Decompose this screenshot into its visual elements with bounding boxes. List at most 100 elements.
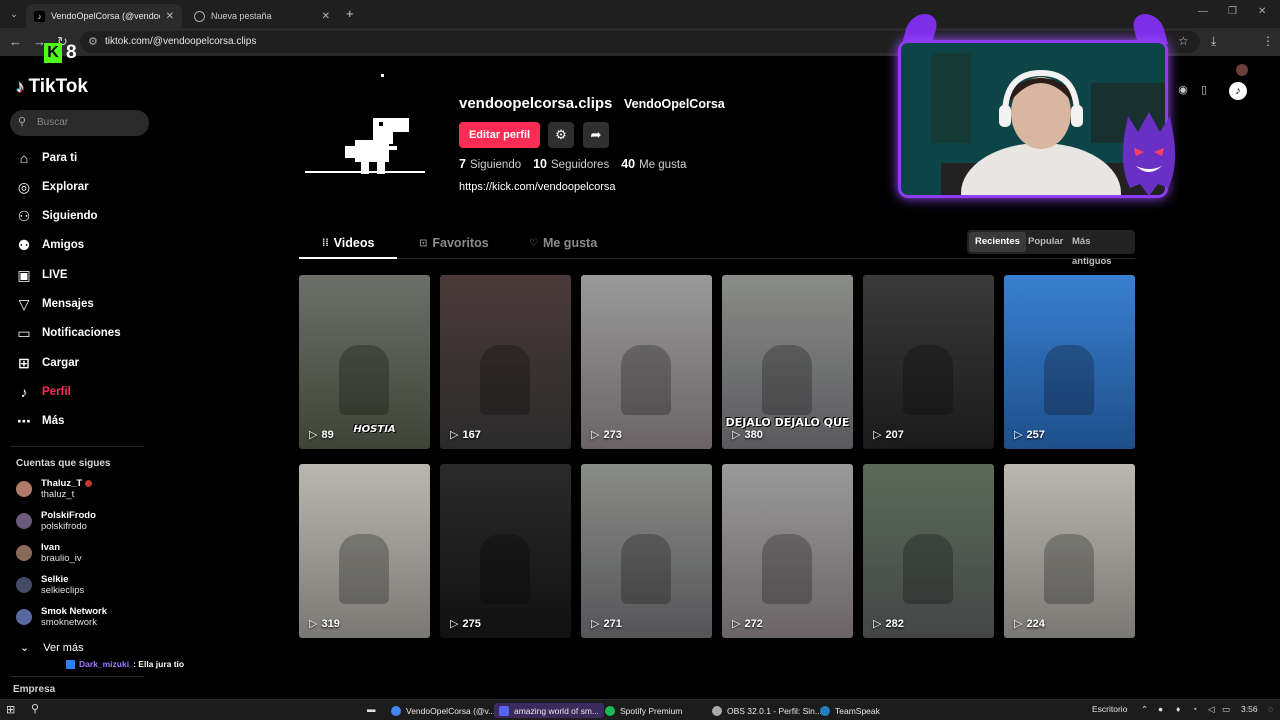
nav-mensajes[interactable]: ▽ Mensajes: [16, 293, 94, 315]
tray-app-icon[interactable]: ●: [1158, 704, 1163, 714]
tiktok-wordmark: TikTok: [28, 76, 88, 97]
sort-mas-antiguos[interactable]: Más antiguos: [1066, 232, 1135, 267]
share-icon[interactable]: ➦: [583, 122, 609, 148]
wifi-icon[interactable]: ◔: [1192, 704, 1197, 714]
close-tab-icon[interactable]: ✕: [166, 11, 174, 22]
discord-icon: [499, 705, 509, 716]
tab-me-gusta[interactable]: ♡ Me gusta: [529, 236, 597, 250]
tray-chevron-icon[interactable]: ⌃: [1141, 704, 1148, 715]
video-thumbnail[interactable]: ▷ 224: [1004, 464, 1135, 638]
taskbar-app-teamspeak[interactable]: TeamSpeak: [815, 703, 885, 718]
nav-para-ti[interactable]: ⌂ Para ti: [16, 147, 77, 169]
search-input[interactable]: ⚲ Buscar: [10, 110, 149, 136]
settings-gear-icon[interactable]: ⚙: [548, 122, 574, 148]
tiktok-profile-icon[interactable]: ♪: [1229, 82, 1247, 100]
account-item-smok-network[interactable]: Smok Network smoknetwork: [16, 604, 107, 630]
account-item-selkie[interactable]: Selkie selkieclips: [16, 572, 84, 598]
video-thumbnail[interactable]: ▷ 319: [299, 464, 430, 638]
nav-notificaciones[interactable]: ▭ Notificaciones: [16, 322, 120, 344]
dino-avatar-icon: [305, 74, 425, 174]
play-icon: ▷: [732, 429, 741, 441]
minimize-icon[interactable]: —: [1198, 6, 1208, 17]
device-icon[interactable]: ▯: [1196, 83, 1212, 99]
nav-perfil[interactable]: ♪ Perfil: [16, 381, 71, 403]
taskbar-app-chrome[interactable]: VendoOpelCorsa (@v...: [386, 703, 500, 718]
search-icon[interactable]: ⚲: [31, 702, 39, 715]
view-count: ▷ 380: [732, 428, 763, 442]
taskbar-app-obs[interactable]: OBS 32.0.1 - Perfil: Sin...: [707, 703, 827, 718]
see-more-button[interactable]: ⌄ Ver más: [20, 641, 84, 655]
taskbar-app-discord[interactable]: amazing world of sm...: [494, 703, 605, 718]
video-thumbnail[interactable]: ▷ 167: [440, 275, 571, 449]
cam-control-icon[interactable]: ◉: [1175, 83, 1191, 99]
thumbnail-image: [621, 534, 671, 604]
volume-icon[interactable]: ◁: [1208, 704, 1215, 715]
nav-cargar[interactable]: ⊞ Cargar: [16, 352, 79, 374]
video-thumbnail[interactable]: DEJALO DEJALO QUE ▷ 380: [722, 275, 853, 449]
tab-favoritos[interactable]: ⊡ Favoritos: [419, 236, 489, 250]
tiktok-logo[interactable]: ♪ TikTok: [16, 76, 88, 98]
video-thumbnail[interactable]: ▷ 271: [581, 464, 712, 638]
video-thumbnail[interactable]: ▷ 273: [581, 275, 712, 449]
sort-recientes[interactable]: Recientes: [969, 232, 1026, 252]
bookmark-icon: ⊡: [419, 237, 428, 249]
close-tab-icon[interactable]: ✕: [322, 11, 330, 22]
desktop-label[interactable]: Escritorio: [1092, 704, 1127, 714]
microphone-icon[interactable]: ♦: [1176, 704, 1180, 714]
tab-videos[interactable]: ⁞⁞ Videos: [322, 236, 374, 250]
video-thumbnail[interactable]: ▷ 272: [722, 464, 853, 638]
account-item-thaluz[interactable]: Thaluz_T thaluz_t: [16, 476, 93, 502]
file-explorer-icon[interactable]: ▬: [367, 704, 376, 714]
profile-avatar[interactable]: [299, 68, 436, 205]
spotify-icon: [605, 705, 615, 716]
active-tab-indicator: [299, 257, 397, 259]
battery-icon[interactable]: ▭: [1222, 704, 1230, 715]
windows-start-icon[interactable]: ⊞: [6, 703, 15, 716]
video-thumbnail[interactable]: ▷ 282: [863, 464, 994, 638]
nav-mas[interactable]: ⋯ Más: [16, 410, 64, 432]
view-count-value: 319: [321, 617, 340, 630]
nav-explorar[interactable]: ◎ Explorar: [16, 176, 89, 198]
browser-tab-new[interactable]: Nueva pestaña ✕: [186, 4, 338, 28]
maximize-icon[interactable]: ❐: [1228, 6, 1237, 17]
view-count: ▷ 167: [450, 428, 481, 442]
sort-popular[interactable]: Popular: [1022, 232, 1069, 252]
taskbar-app-spotify[interactable]: Spotify Premium: [600, 703, 687, 718]
bookmark-star-icon[interactable]: ☆: [1178, 34, 1189, 48]
account-handle: braulio_iv: [41, 553, 82, 564]
profile-bio-link[interactable]: https://kick.com/vendoopelcorsa: [459, 181, 616, 193]
notification-bell-icon[interactable]: ◌: [1268, 704, 1273, 714]
empresa-link[interactable]: Empresa: [13, 684, 55, 695]
new-tab-button[interactable]: +: [346, 6, 354, 21]
nav-siguiendo[interactable]: ⚇ Siguiendo: [16, 205, 98, 227]
sort-selector: Recientes Popular Más antiguos: [967, 230, 1135, 267]
tab-search-icon[interactable]: ⌄: [6, 6, 22, 22]
chrome-icon: [391, 705, 401, 716]
account-item-ivan[interactable]: Ivan braulio_iv: [16, 540, 82, 566]
edit-profile-button[interactable]: Editar perfil: [459, 122, 540, 148]
view-count: ▷ 89: [309, 428, 334, 442]
play-icon: ▷: [1014, 618, 1023, 630]
clock[interactable]: 3:56: [1241, 704, 1258, 714]
play-icon: ▷: [309, 429, 318, 441]
stat-following[interactable]: 7 Siguiendo: [459, 157, 521, 171]
chat-username: Dark_mizuki: [79, 659, 130, 669]
video-thumbnail[interactable]: ▷ 257: [1004, 275, 1135, 449]
video-thumbnail[interactable]: ▷ 275: [440, 464, 571, 638]
account-name: Ivan: [41, 542, 61, 553]
back-arrow-icon[interactable]: ←: [9, 34, 22, 49]
account-item-polskifrodo[interactable]: PolskiFrodo polskifrodo: [16, 508, 96, 534]
close-window-icon[interactable]: ✕: [1258, 6, 1266, 17]
video-thumbnail[interactable]: ▷ 207: [863, 275, 994, 449]
site-info-icon[interactable]: ⚙: [88, 35, 98, 48]
nav-amigos[interactable]: ⚉ Amigos: [16, 234, 84, 256]
profile-avatar-icon[interactable]: [1236, 64, 1248, 76]
download-icon[interactable]: ⤓: [1211, 34, 1216, 49]
browser-tab-active[interactable]: ♪ VendoOpelCorsa (@vendoopel ✕: [26, 4, 182, 28]
stat-followers[interactable]: 10 Seguidores: [533, 157, 609, 171]
video-thumbnail[interactable]: HOSTIA ▷ 89: [299, 275, 430, 449]
nav-live[interactable]: ▣ LIVE: [16, 264, 67, 286]
view-count: ▷ 319: [309, 617, 340, 631]
divider: [10, 446, 144, 447]
menu-dots-icon[interactable]: ⋮: [1262, 34, 1274, 48]
